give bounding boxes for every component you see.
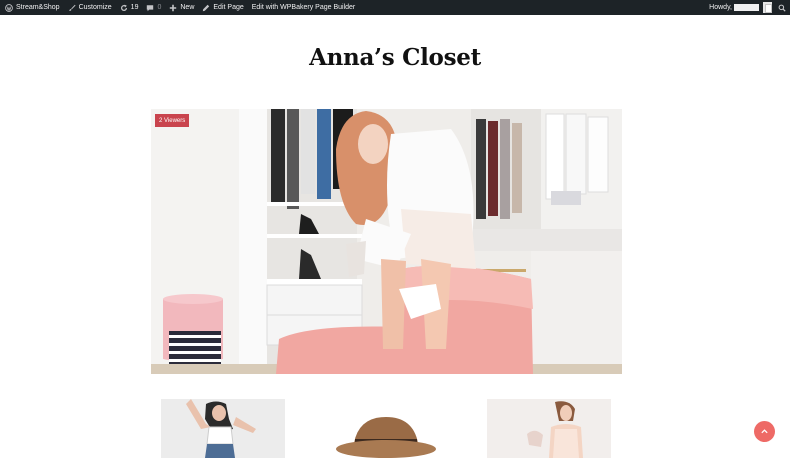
- brush-icon: [68, 4, 76, 11]
- viewers-badge: 2 Viewers: [155, 114, 190, 127]
- edit-page-link[interactable]: Edit Page: [202, 0, 244, 15]
- product-image-1: [161, 399, 285, 458]
- wordpress-icon: [5, 3, 13, 12]
- new-label: New: [180, 4, 195, 11]
- product-image-3: [487, 399, 611, 458]
- closet-photo: [151, 109, 622, 374]
- customize-link[interactable]: Customize: [68, 0, 112, 15]
- product-image-2: [324, 399, 448, 458]
- site-name-link[interactable]: Stream&Shop: [5, 0, 60, 15]
- pencil-icon: [203, 4, 210, 11]
- updates-count: 19: [130, 4, 139, 11]
- comment-icon: [147, 4, 154, 11]
- comments-count: 0: [157, 4, 162, 11]
- username-redacted: [734, 4, 759, 11]
- product-thumb-1[interactable]: [161, 399, 285, 458]
- product-thumb-2[interactable]: [324, 399, 448, 458]
- search-icon: [778, 4, 786, 12]
- howdy-label: Howdy,: [709, 4, 732, 11]
- edit-page-label: Edit Page: [213, 4, 244, 11]
- user-avatar-icon: [763, 2, 772, 13]
- refresh-icon: [120, 4, 127, 11]
- admin-bar: Stream&Shop Customize 19 0 New Edit Page…: [0, 0, 790, 15]
- updates-link[interactable]: 19: [120, 0, 139, 15]
- scroll-to-top-button[interactable]: [754, 421, 775, 442]
- new-content-link[interactable]: New: [169, 0, 194, 15]
- hero-image[interactable]: 2 Viewers: [151, 109, 622, 374]
- account-menu[interactable]: Howdy,: [709, 0, 772, 15]
- customize-label: Customize: [78, 4, 112, 11]
- chevron-up-icon: [761, 429, 768, 434]
- wpbakery-label: Edit with WPBakery Page Builder: [251, 4, 356, 11]
- plus-icon: [170, 4, 177, 11]
- comments-link[interactable]: 0: [146, 0, 161, 15]
- product-thumb-3[interactable]: [487, 399, 611, 458]
- wpbakery-link[interactable]: Edit with WPBakery Page Builder: [252, 0, 356, 15]
- page-title: Anna’s Closet: [309, 44, 481, 71]
- admin-search-button[interactable]: [778, 4, 786, 12]
- site-name-label: Stream&Shop: [16, 4, 60, 11]
